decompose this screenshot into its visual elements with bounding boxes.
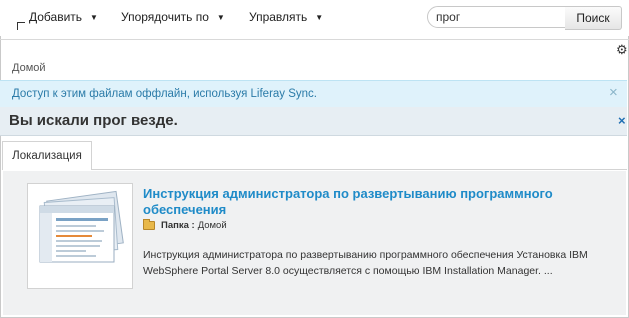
manage-menu-button[interactable]: Управлять ▼: [249, 10, 323, 24]
caret-down-icon: ▼: [315, 12, 324, 22]
folder-label: Папка :: [161, 220, 195, 231]
caret-down-icon: ▼: [90, 12, 98, 22]
toolbar-divider: [0, 39, 629, 40]
add-menu-label: Добавить: [29, 10, 83, 24]
tab-label: Локализация: [12, 150, 82, 162]
sort-menu-label: Упорядочить по: [121, 10, 209, 24]
breadcrumb[interactable]: Домой: [12, 62, 46, 74]
result-summary: Инструкция администратора по развертыван…: [143, 249, 588, 277]
folder-icon: [143, 219, 155, 230]
document-thumbnail[interactable]: [27, 183, 133, 289]
select-all-checkbox[interactable]: [17, 22, 25, 30]
close-icon[interactable]: ×: [609, 84, 618, 101]
manage-menu-label: Управлять: [249, 10, 308, 24]
search-results-title: Вы искали прог везде.: [9, 112, 178, 129]
sort-menu-button[interactable]: Упорядочить по ▼: [121, 10, 225, 24]
result-folder: Папка : Домой: [143, 219, 227, 231]
info-banner-text: Доступ к этим файлам оффлайн, используя …: [12, 88, 317, 100]
search-result-item: Инструкция администратора по развертыван…: [3, 171, 626, 315]
caret-down-icon: ▼: [216, 12, 225, 22]
tab-underline: [91, 169, 627, 170]
result-title-link[interactable]: Инструкция администратора по развертыван…: [143, 186, 613, 218]
close-search-icon[interactable]: ×: [618, 113, 626, 128]
search-results-header: Вы искали прог везде. ×: [0, 107, 627, 136]
search-button-label: Поиск: [576, 11, 610, 25]
search-input[interactable]: [427, 6, 569, 28]
gear-icon[interactable]: ⚙: [616, 42, 628, 58]
info-banner: Доступ к этим файлам оффлайн, используя …: [0, 80, 627, 108]
add-menu-button[interactable]: Добавить ▼: [29, 10, 98, 24]
tab-localization[interactable]: Локализация: [2, 141, 92, 170]
toolbar: Добавить ▼ Упорядочить по ▼ Управлять ▼ …: [0, 0, 629, 36]
search-button[interactable]: Поиск: [565, 6, 622, 30]
folder-value[interactable]: Домой: [198, 220, 227, 231]
